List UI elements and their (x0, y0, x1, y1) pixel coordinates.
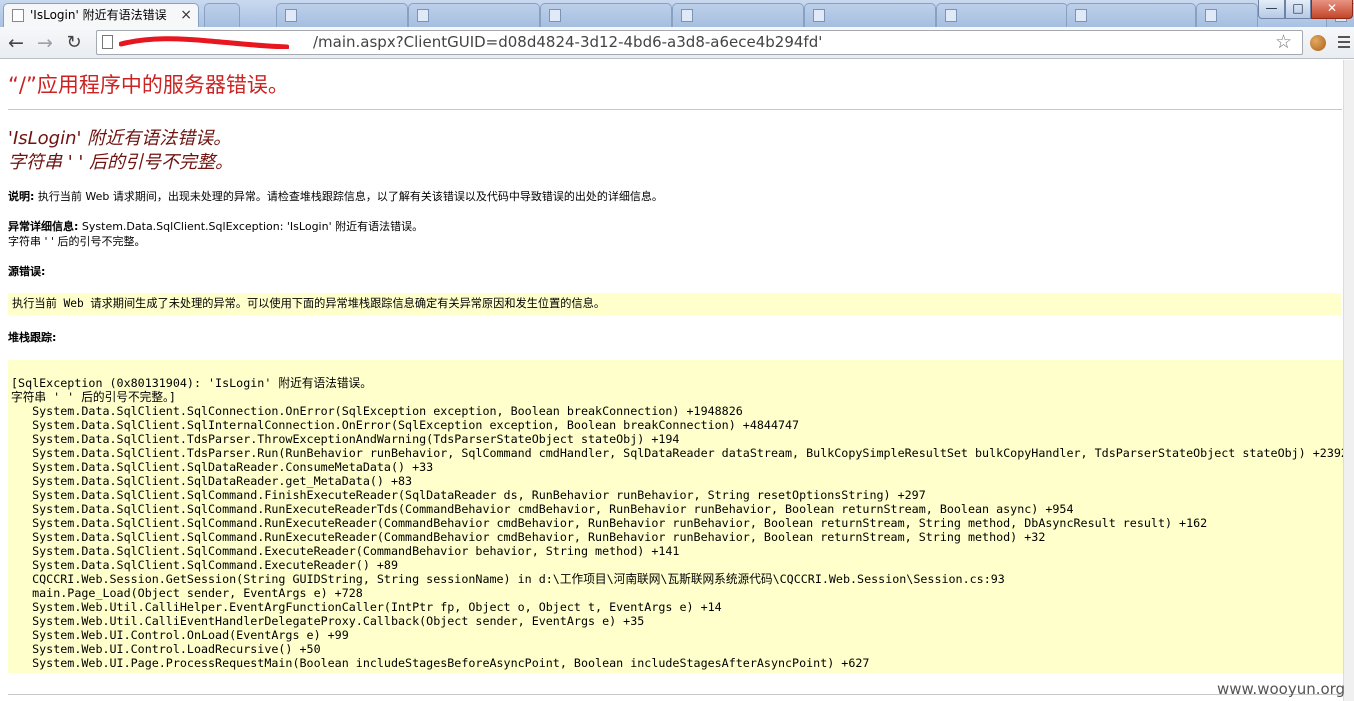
page-icon (102, 35, 113, 49)
stack-trace-label: 堆栈跟踪: (8, 331, 57, 344)
vertical-scrollbar[interactable] (1343, 60, 1354, 701)
tab-background[interactable] (408, 3, 540, 27)
favicon-icon (1075, 9, 1087, 22)
stack-trace-box: [SqlException (0x80131904): 'IsLogin' 附近… (8, 360, 1343, 673)
description-label: 说明: (8, 190, 35, 203)
forward-button[interactable]: → (33, 31, 57, 55)
browser-titlebar: 'IsLogin' 附近有语法错误 × — □ ✕ (0, 0, 1354, 27)
source-error-label: 源错误: (8, 265, 46, 278)
maximize-button[interactable]: □ (1285, 0, 1311, 19)
tab-background[interactable] (276, 3, 408, 27)
favicon-icon (681, 9, 693, 22)
cookie-extension-icon[interactable] (1310, 35, 1326, 51)
tab-close-icon[interactable]: × (180, 4, 192, 26)
tab-background[interactable] (804, 3, 936, 27)
minimize-button[interactable]: — (1258, 0, 1285, 19)
menu-icon[interactable] (1338, 36, 1350, 48)
tab-background[interactable] (204, 3, 240, 27)
divider (8, 109, 1342, 110)
exception-text-line2: 字符串 ' ' 后的引号不完整。 (8, 235, 146, 248)
back-button[interactable]: ← (4, 31, 28, 55)
exception-label: 异常详细信息: (8, 220, 79, 233)
reload-button[interactable]: ↻ (62, 31, 86, 55)
description-text: 执行当前 Web 请求期间，出现未处理的异常。请检查堆栈跟踪信息，以了解有关该错… (34, 190, 663, 203)
watermark: www.wooyun.org (1217, 680, 1346, 698)
stack-trace: [SqlException (0x80131904): 'IsLogin' 附近… (11, 376, 1343, 670)
exception-details-block: 异常详细信息: System.Data.SqlClient.SqlExcepti… (8, 219, 423, 249)
url-redaction-mark (119, 36, 289, 49)
close-window-button[interactable]: ✕ (1311, 0, 1353, 19)
url-text[interactable]: /main.aspx?ClientGUID=d08d4824-3d12-4bd6… (313, 31, 822, 54)
tab-background[interactable] (1196, 3, 1258, 27)
tab-background[interactable] (936, 3, 1068, 27)
error-title: 'IsLogin' 附近有语法错误。 字符串 ' ' 后的引号不完整。 (8, 127, 233, 175)
favicon-icon (285, 9, 297, 22)
favicon-icon (417, 9, 429, 22)
tab-background[interactable] (672, 3, 804, 27)
source-error-box: 执行当前 Web 请求期间生成了未处理的异常。可以使用下面的异常堆栈跟踪信息确定… (8, 293, 1341, 315)
address-bar[interactable]: /main.aspx?ClientGUID=d08d4824-3d12-4bd6… (96, 30, 1303, 55)
page-heading: “/”应用程序中的服务器错误。 (8, 73, 289, 97)
bookmark-star-icon[interactable]: ☆ (1275, 31, 1292, 54)
tab-active[interactable]: 'IsLogin' 附近有语法错误 × (3, 3, 199, 27)
favicon-icon (945, 9, 957, 22)
error-title-line: 字符串 ' ' 后的引号不完整。 (8, 152, 234, 173)
tab-label: 'IsLogin' 附近有语法错误 (30, 8, 167, 22)
favicon-icon (549, 9, 561, 22)
favicon-icon (1205, 9, 1217, 22)
browser-toolbar: ← → ↻ /main.aspx?ClientGUID=d08d4824-3d1… (0, 27, 1354, 59)
favicon-icon (12, 9, 24, 22)
description-block: 说明: 执行当前 Web 请求期间，出现未处理的异常。请检查堆栈跟踪信息，以了解… (8, 189, 663, 204)
error-title-line: 'IsLogin' 附近有语法错误。 (8, 128, 232, 149)
tab-background[interactable] (540, 3, 672, 27)
page-content: “/”应用程序中的服务器错误。 'IsLogin' 附近有语法错误。 字符串 '… (8, 60, 1343, 701)
tab-background[interactable] (1066, 3, 1196, 27)
exception-text: System.Data.SqlClient.SqlException: 'IsL… (78, 220, 424, 233)
favicon-icon (813, 9, 825, 22)
divider (8, 694, 1342, 695)
